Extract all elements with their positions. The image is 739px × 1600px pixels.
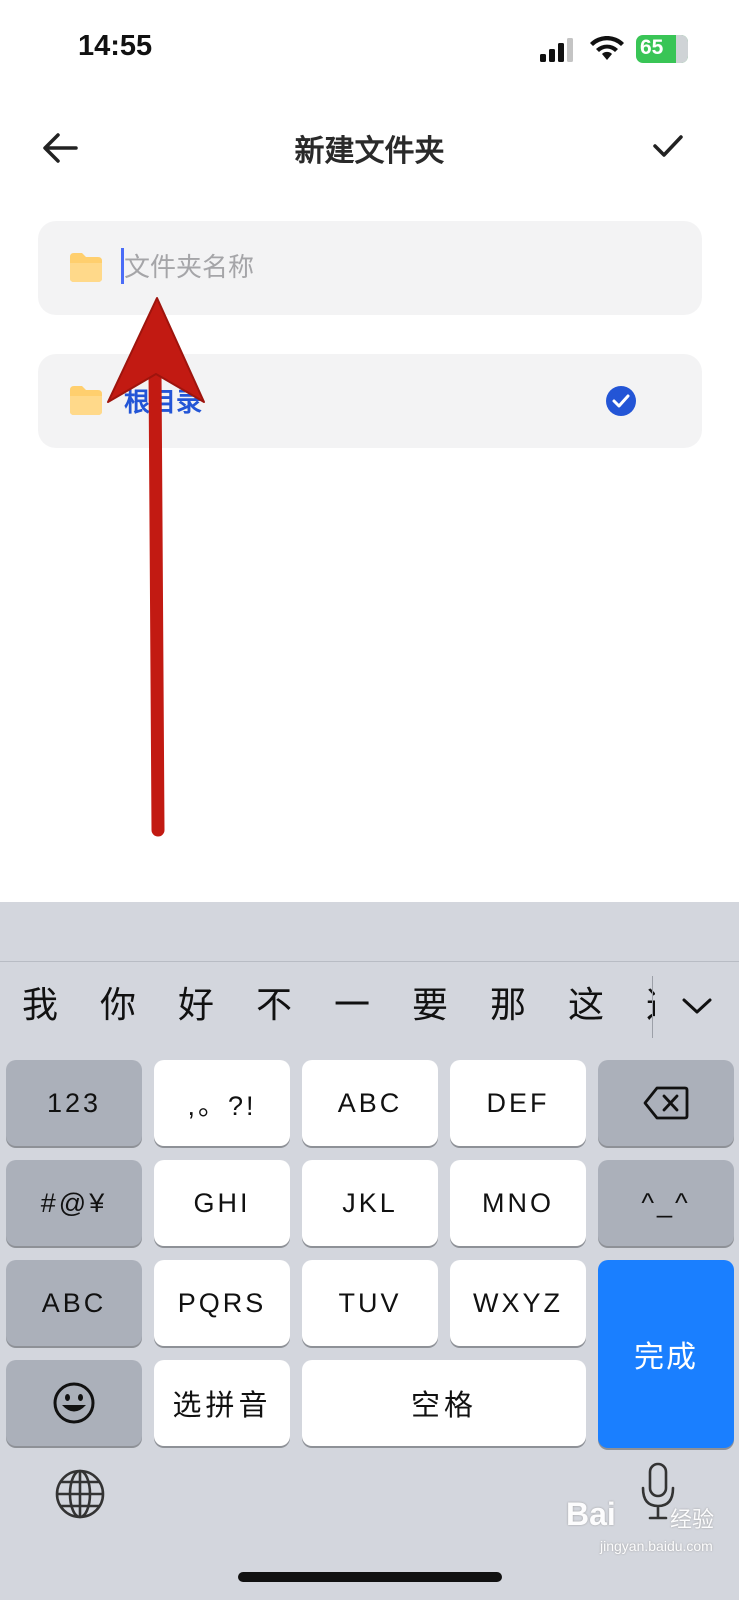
- battery-icon: 65: [636, 35, 688, 63]
- key-symbols[interactable]: #@¥: [6, 1160, 142, 1246]
- emoji-icon: [53, 1382, 95, 1424]
- status-time: 14:55: [78, 30, 153, 62]
- key-kaomoji[interactable]: ^_^: [598, 1160, 734, 1246]
- text-caret: [121, 248, 124, 284]
- watermark-url: jingyan.baidu.com: [600, 1538, 713, 1554]
- key-tuv[interactable]: TUV: [302, 1260, 438, 1346]
- candidate-word[interactable]: 一: [312, 976, 390, 1036]
- folder-name-input[interactable]: [120, 243, 640, 293]
- keyboard-toolbar: [0, 902, 739, 962]
- watermark-brand: Bai: [566, 1496, 616, 1532]
- battery-level: 65: [640, 36, 664, 59]
- annotation-arrow-icon: [107, 297, 205, 837]
- key-jkl[interactable]: JKL: [302, 1160, 438, 1246]
- baidu-watermark: Bai 经验 jingyan.baidu.com: [560, 1488, 730, 1558]
- backspace-icon: [643, 1086, 689, 1120]
- key-wxyz[interactable]: WXYZ: [450, 1260, 586, 1346]
- signal-icon: [540, 38, 573, 62]
- candidate-word[interactable]: 不: [234, 976, 312, 1036]
- delete-key[interactable]: [598, 1060, 734, 1146]
- candidate-word[interactable]: 好: [156, 976, 234, 1036]
- status-bar: 14:55 65: [0, 0, 739, 90]
- candidate-word[interactable]: 要: [390, 976, 468, 1036]
- check-circle-icon: [606, 386, 636, 416]
- folder-icon: [70, 386, 102, 415]
- home-indicator[interactable]: [238, 1572, 502, 1582]
- nav-bar: 新建文件夹: [0, 110, 739, 190]
- candidate-word[interactable]: 你: [78, 976, 156, 1036]
- done-key[interactable]: 完成: [598, 1260, 734, 1448]
- wifi-icon: [590, 36, 624, 60]
- candidate-word[interactable]: 这: [546, 976, 624, 1036]
- candidate-word[interactable]: 我: [0, 976, 78, 1036]
- key-mno[interactable]: MNO: [450, 1160, 586, 1246]
- key-abc[interactable]: ABC: [302, 1060, 438, 1146]
- back-button[interactable]: [38, 126, 82, 170]
- candidate-word[interactable]: 这: [624, 976, 655, 1036]
- emoji-key[interactable]: [6, 1360, 142, 1446]
- candidate-divider: [652, 976, 653, 1038]
- watermark-brand-cn: 经验: [670, 1508, 715, 1533]
- space-key[interactable]: 空格: [302, 1360, 586, 1446]
- candidate-bar: 我 你 好 不 一 要 那 这 这: [0, 976, 655, 1036]
- folder-icon: [70, 253, 102, 282]
- globe-icon[interactable]: [54, 1468, 106, 1520]
- candidate-word[interactable]: 那: [468, 976, 546, 1036]
- key-ghi[interactable]: GHI: [154, 1160, 290, 1246]
- key-select-pinyin[interactable]: 选拼音: [154, 1360, 290, 1446]
- confirm-button[interactable]: [650, 128, 686, 164]
- key-pqrs[interactable]: PQRS: [154, 1260, 290, 1346]
- key-abc-mode[interactable]: ABC: [6, 1260, 142, 1346]
- page-title: 新建文件夹: [294, 134, 445, 169]
- key-punctuation[interactable]: ,。?!: [154, 1060, 290, 1146]
- key-def[interactable]: DEF: [450, 1060, 586, 1146]
- chevron-down-icon[interactable]: [680, 992, 714, 1020]
- key-123[interactable]: 123: [6, 1060, 142, 1146]
